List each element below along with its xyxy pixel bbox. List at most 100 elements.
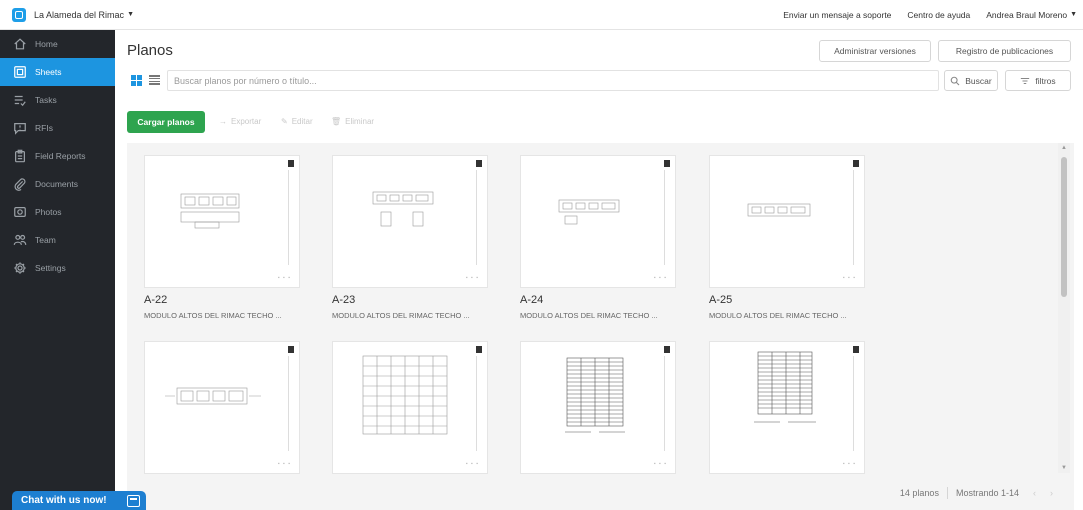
floor-plan-drawing [362,355,448,435]
pagination-next-icon[interactable]: › [1050,488,1053,498]
sheets-icon [12,65,27,80]
sidebar: Home Sheets Tasks RFIs Field Reports Doc… [0,30,115,510]
sheet-flag-icon [664,160,670,167]
publication-log-button[interactable]: Registro de publicaciones [938,40,1071,62]
grid-footer: 14 planos Mostrando 1-14 ‹ › [127,476,1071,510]
title-block-stamp: ▪ ▪ ▪ [842,461,856,467]
sheet-flag-icon [853,160,859,167]
export-button[interactable]: → Exportar [219,117,261,126]
sheet-card[interactable]: ▪ ▪ ▪ [144,341,300,474]
sidebar-item-label: Team [35,235,56,245]
project-selector[interactable]: La Alameda del Rimac ▼ [0,7,134,22]
title-block-stamp: ▪ ▪ ▪ [277,461,291,467]
sheet-code: A-25 [709,294,733,306]
search-icon [950,76,960,85]
sheet-thumbnail[interactable]: ▪ ▪ ▪ [520,341,676,474]
user-menu[interactable]: Andrea Braul Moreno ▼ [986,10,1077,20]
team-icon [12,233,27,248]
sidebar-item-field-reports[interactable]: Field Reports [0,142,115,170]
title-block-stamp: ▪ ▪ ▪ [277,275,291,281]
sheets-grid: ▪ ▪ ▪ A-22 MODULO ALTOS DEL RIMAC TECHO … [127,143,1074,510]
sheet-description: MODULO ALTOS DEL RIMAC TECHO ... [332,311,470,320]
sheet-card[interactable]: ▪ ▪ ▪ A-22 MODULO ALTOS DEL RIMAC TECHO … [144,155,300,320]
sheet-card[interactable]: ▪ ▪ ▪ A-25 MODULO ALTOS DEL RIMAC TECHO … [709,155,865,320]
sidebar-item-label: Field Reports [35,151,86,161]
sheet-flag-icon [664,346,670,353]
vertical-scrollbar[interactable]: ▲ ▼ [1058,143,1070,473]
floor-plan-drawing [565,357,625,433]
sidebar-item-label: RFIs [35,123,53,133]
sheet-flag-icon [288,160,294,167]
sheet-card[interactable]: ▪ ▪ ▪ A-24 MODULO ALTOS DEL RIMAC TECHO … [520,155,676,320]
sheet-card[interactable]: ▪ ▪ ▪ [709,341,865,474]
sidebar-item-settings[interactable]: Settings [0,254,115,282]
scroll-up-icon[interactable]: ▲ [1061,145,1067,151]
search-input[interactable] [167,70,939,91]
pagination-range: Mostrando 1-14 [955,488,1019,498]
edit-button[interactable]: ✎ Editar [281,117,313,126]
search-button[interactable]: Buscar [944,70,998,91]
title-block [853,170,859,265]
sheet-code: A-22 [144,294,168,306]
sheet-card[interactable]: ▪ ▪ ▪ A-23 MODULO ALTOS DEL RIMAC TECHO … [332,155,488,320]
pagination-prev-icon[interactable]: ‹ [1033,488,1036,498]
app-logo-icon [12,7,26,22]
clipboard-icon [12,149,27,164]
floor-plan-drawing [180,193,240,229]
sheet-flag-icon [288,346,294,353]
sheet-thumbnail[interactable]: ▪ ▪ ▪ [144,155,300,288]
sheet-thumbnail[interactable]: ▪ ▪ ▪ [144,341,300,474]
sheet-thumbnail[interactable]: ▪ ▪ ▪ [332,155,488,288]
title-block [853,356,859,451]
gear-icon [12,261,27,276]
sidebar-item-photos[interactable]: Photos [0,198,115,226]
sidebar-item-tasks[interactable]: Tasks [0,86,115,114]
filters-button[interactable]: filtros [1005,70,1071,91]
chat-widget-button[interactable]: Chat with us now! [12,491,146,510]
edit-label: Editar [291,117,313,126]
sheet-count: 14 planos [899,488,939,498]
help-center-link[interactable]: Centro de ayuda [907,10,970,20]
main-panel: Planos Administrar versiones Registro de… [115,30,1083,510]
upload-sheets-button[interactable]: Cargar planos [127,111,205,133]
top-links: Enviar un mensaje a soporte Centro de ay… [767,10,1083,20]
sheet-card[interactable]: ▪ ▪ ▪ [332,341,488,474]
sheet-thumbnail[interactable]: ▪ ▪ ▪ [520,155,676,288]
sheet-code: A-24 [520,294,544,306]
camera-icon [12,205,27,220]
sheet-thumbnail[interactable]: ▪ ▪ ▪ [332,341,488,474]
project-name: La Alameda del Rimac [34,9,125,20]
filters-button-label: filtros [1035,75,1056,86]
support-link[interactable]: Enviar un mensaje a soporte [783,10,891,20]
title-block-stamp: ▪ ▪ ▪ [653,275,667,281]
sidebar-item-documents[interactable]: Documents [0,170,115,198]
floor-plan-drawing [558,199,620,225]
title-block-stamp: ▪ ▪ ▪ [653,461,667,467]
top-bar: La Alameda del Rimac ▼ Enviar un mensaje… [0,0,1083,30]
sheet-flag-icon [476,160,482,167]
sidebar-item-team[interactable]: Team [0,226,115,254]
list-view-button[interactable] [145,70,163,90]
sidebar-item-sheets[interactable]: Sheets [0,58,115,86]
sheet-thumbnail[interactable]: ▪ ▪ ▪ [709,155,865,288]
search-button-label: Buscar [965,75,992,86]
floor-plan-drawing [747,203,811,217]
pencil-icon: ✎ [281,117,288,126]
sidebar-item-home[interactable]: Home [0,30,115,58]
grid-view-button[interactable] [127,70,145,90]
tasks-icon [12,93,27,108]
manage-versions-button[interactable]: Administrar versiones [819,40,931,62]
scroll-down-icon[interactable]: ▼ [1061,465,1067,471]
scroll-thumb[interactable] [1061,157,1067,297]
sidebar-item-label: Documents [35,179,78,189]
title-block [288,170,294,265]
title-block [288,356,294,451]
delete-button[interactable]: 🗑 Eliminar [331,117,374,126]
floor-plan-drawing [754,351,816,423]
sheet-card[interactable]: ▪ ▪ ▪ [520,341,676,474]
sheet-thumbnail[interactable]: ▪ ▪ ▪ [709,341,865,474]
sidebar-item-rfis[interactable]: RFIs [0,114,115,142]
caret-down-icon: ▼ [1070,11,1077,18]
sidebar-item-label: Sheets [35,67,62,77]
export-label: Exportar [231,117,262,126]
